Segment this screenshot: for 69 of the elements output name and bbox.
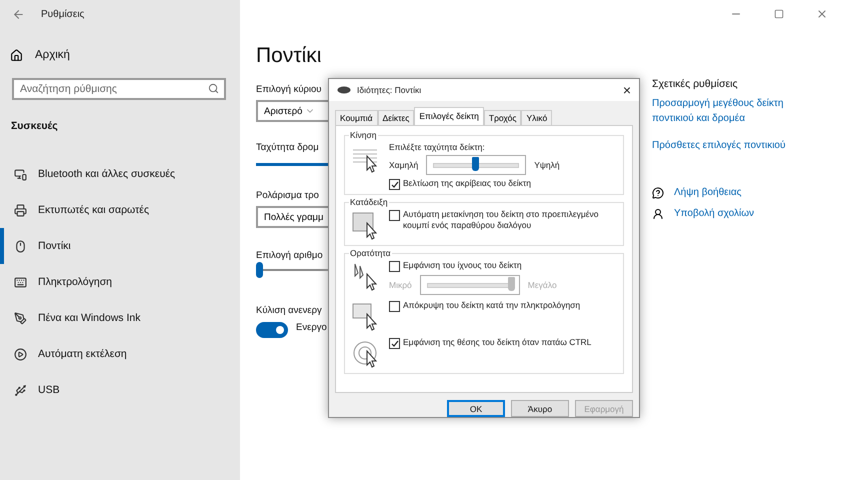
dialog-button[interactable]: Άκυρο (511, 400, 569, 417)
search-field[interactable]: Αναζήτηση ρύθμισης (12, 78, 226, 100)
search-icon (208, 83, 219, 94)
close-icon[interactable] (816, 8, 828, 20)
sidebar-item[interactable]: Bluetooth και άλλες συσκευές (0, 156, 240, 192)
sidebar-item[interactable]: Ποντίκι (0, 228, 240, 264)
slider-label: Μικρό (389, 280, 412, 290)
checkbox[interactable] (389, 261, 400, 272)
toggle-state: Ενεργο (296, 322, 327, 333)
tab[interactable]: Τροχός (484, 110, 522, 126)
device-icon (14, 240, 27, 252)
link[interactable]: Λήψη βοήθειας (674, 185, 742, 200)
caption: Επιλέξτε ταχύτητα δείκτη: (389, 142, 486, 152)
slider-thumb[interactable] (472, 156, 480, 170)
section-title: Σχετικές ρυθμίσεις (652, 78, 739, 90)
group-title: Κατάδειξη (349, 197, 389, 207)
setting-label: Επιλογή αριθμο (256, 250, 323, 261)
toggle-switch[interactable] (256, 322, 288, 338)
slider-thumb[interactable] (256, 262, 263, 278)
back-arrow-icon[interactable] (12, 8, 25, 20)
mouse-icon (337, 86, 351, 94)
maximize-icon[interactable] (774, 9, 784, 19)
tab[interactable]: Επιλογές δείκτη (414, 107, 484, 126)
checkbox-label: Απόκρυψη του δείκτη κατά την πληκτρολόγηση (403, 300, 580, 311)
sidebar-item[interactable]: Πληκτρολόγηση (0, 264, 240, 300)
sidebar-item[interactable]: Αυτόματη εκτέλεση (0, 336, 240, 372)
device-icon (14, 312, 27, 324)
group-title: Κίνηση (349, 130, 378, 140)
home-icon (10, 48, 23, 62)
window-title: Ρυθμίσεις (41, 8, 84, 20)
device-icon (14, 168, 27, 180)
slider-label: Χαμηλή (389, 160, 418, 170)
link[interactable]: Πρόσθετες επιλογές ποντικιού (652, 138, 822, 153)
sidebar-item[interactable]: Εκτυπωτές και σαρωτές (0, 192, 240, 228)
section-title: Συσκευές (11, 120, 58, 132)
device-icon (14, 276, 27, 288)
device-icon (14, 348, 27, 360)
dialog-button[interactable]: OK (447, 400, 505, 417)
person-icon (652, 208, 664, 220)
checkbox-label: Εμφάνιση του ίχνους του δείκτη (403, 260, 522, 271)
device-icon (14, 204, 27, 216)
close-button[interactable]: × (622, 82, 631, 98)
checkbox[interactable] (389, 179, 400, 190)
setting-label: Ρολάρισμα τρο (256, 190, 319, 201)
page-heading: Ποντίκι (256, 43, 322, 69)
checkbox-label: Βελτίωση της ακρίβειας του δείκτη (403, 178, 532, 189)
dialog-title: Ιδιότητες: Ποντίκι (357, 85, 422, 95)
slider-label: Υψηλή (534, 160, 560, 170)
group-title: Ορατότητα (349, 248, 392, 258)
tab[interactable]: Κουμπιά (335, 110, 378, 126)
link[interactable]: Προσαρμογή μεγέθους δείκτη ποντικιού και δρομέα (652, 96, 822, 126)
checkbox[interactable] (389, 338, 400, 349)
slider-label: Μεγάλο (528, 280, 557, 290)
checkbox-label: Αυτόματη μετακίνηση του δείκτη στο προεπιλεγμένο κουμπί ενός παραθύρου διαλόγου (403, 209, 600, 230)
device-icon (14, 384, 27, 396)
help-icon (652, 186, 664, 198)
link[interactable]: Υποβολή σχολίων (674, 206, 754, 221)
checkbox[interactable] (389, 210, 400, 221)
home-link[interactable]: Αρχική (35, 49, 70, 61)
checkbox-label: Εμφάνιση της θέσης του δείκτη όταν πατάω CTRL (403, 337, 592, 348)
tab[interactable]: Υλικό (521, 110, 552, 126)
setting-label: Κύλιση ανενεργ (256, 305, 322, 316)
setting-label: Ταχύτητα δρομ (256, 142, 319, 153)
sidebar-item[interactable]: Πένα και Windows Ink (0, 300, 240, 336)
sidebar-item[interactable]: USB (0, 372, 240, 408)
setting-label: Επιλογή κύριου (256, 84, 322, 95)
tab[interactable]: Δείκτες (378, 110, 414, 126)
slider-track (256, 163, 328, 166)
checkbox[interactable] (389, 301, 400, 312)
